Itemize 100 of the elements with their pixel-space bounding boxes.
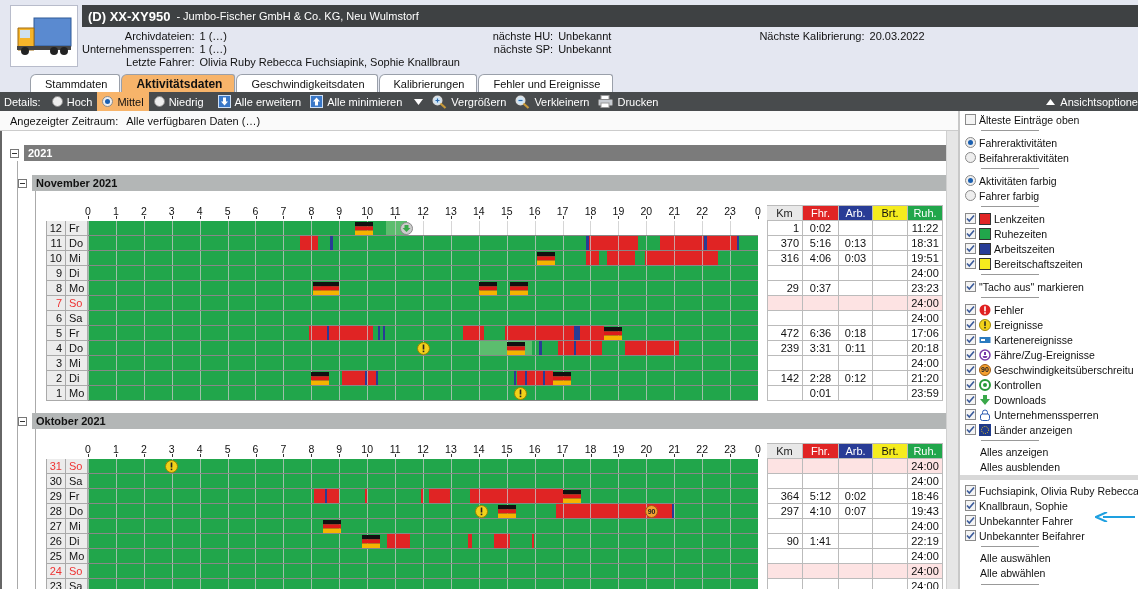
detail-option[interactable]: Hoch	[46, 92, 98, 111]
table-cell: 142	[767, 371, 803, 386]
hour-label: 6	[252, 444, 259, 455]
checkbox[interactable]	[965, 114, 976, 125]
option-link[interactable]: Alles ausblenden	[965, 460, 1138, 475]
info-label: nächste SP:	[492, 43, 554, 56]
day-number: 27	[46, 519, 66, 534]
checkbox[interactable]	[965, 258, 976, 269]
table-cell: 24:00	[908, 474, 943, 489]
info-value: Unbekannt	[558, 43, 613, 56]
weekday-label: Do	[66, 341, 88, 356]
toolbar-button[interactable]: Drucken	[598, 95, 659, 108]
table-cell: 0:02	[839, 489, 873, 504]
day-number: 26	[46, 534, 66, 549]
table-cell	[803, 311, 839, 326]
table-cell: 29	[767, 281, 803, 296]
checkbox[interactable]	[965, 424, 976, 435]
company-name: - Jumbo-Fischer GmbH & Co. KG, Neu Wulmstorf	[176, 10, 419, 22]
hour-label: 13	[445, 206, 457, 217]
toolbar-button[interactable]: Alle minimieren	[310, 95, 403, 108]
checkbox[interactable]	[965, 349, 976, 360]
table-cell: 0:11	[839, 341, 873, 356]
checkbox[interactable]	[965, 530, 976, 541]
month-header[interactable]: Oktober 2021	[32, 413, 946, 429]
hour-label: 9	[336, 444, 343, 455]
checkbox[interactable]	[965, 394, 976, 405]
collapse-icon[interactable]	[18, 178, 27, 188]
day-number: 25	[46, 549, 66, 564]
checkbox[interactable]	[965, 304, 976, 315]
checkbox[interactable]	[965, 379, 976, 390]
weekday-label: Di	[66, 266, 88, 281]
checkbox[interactable]	[965, 485, 976, 496]
checkbox[interactable]	[965, 500, 976, 511]
toolbar-button[interactable]: Alle erweitern	[217, 95, 302, 108]
hour-label: 9	[336, 206, 343, 217]
month-header[interactable]: November 2021	[32, 175, 946, 191]
checkbox[interactable]	[965, 515, 976, 526]
tab[interactable]: Kalibrierungen	[378, 74, 478, 92]
option-link[interactable]: Alle auswählen	[965, 551, 1138, 566]
tab[interactable]: Fehler und Ereignisse	[478, 74, 614, 92]
column-header: Arb.	[839, 205, 873, 221]
checkbox[interactable]	[965, 281, 976, 292]
hour-label: 23	[724, 206, 736, 217]
hour-label: 2	[140, 444, 147, 455]
period-value[interactable]: Alle verfügbaren Daten (…)	[126, 114, 261, 127]
detail-option[interactable]: Niedrig	[148, 92, 209, 111]
toolbar-button[interactable]: Vergrößern	[432, 94, 507, 109]
flag-icon	[509, 282, 528, 295]
table-cell: 0:13	[839, 236, 873, 251]
radio-button[interactable]	[965, 190, 976, 201]
year-header[interactable]: 2021	[24, 145, 946, 161]
table-cell	[803, 266, 839, 281]
checkbox[interactable]	[965, 228, 976, 239]
zoom-in-icon	[432, 94, 448, 109]
weekday-label: So	[66, 296, 88, 311]
checkbox[interactable]	[965, 364, 976, 375]
table-cell	[767, 296, 803, 311]
radio-button[interactable]	[153, 96, 165, 107]
radio-button[interactable]	[965, 137, 976, 148]
radio-button[interactable]	[51, 96, 63, 107]
table-cell	[839, 549, 873, 564]
tab[interactable]: Aktivitätsdaten	[121, 74, 236, 92]
detail-option[interactable]: Mittel	[97, 92, 149, 111]
checkbox[interactable]	[965, 334, 976, 345]
collapse-icon[interactable]	[10, 148, 19, 158]
hour-label: 2	[140, 206, 147, 217]
option-link[interactable]: Alle abwählen	[965, 566, 1138, 581]
flag-icon	[497, 505, 516, 518]
scrollbar[interactable]	[946, 131, 958, 589]
option-label: Arbeitszeiten	[994, 242, 1055, 255]
radio-button[interactable]	[965, 152, 976, 163]
flag-icon	[553, 372, 572, 385]
day-number: 7	[46, 296, 66, 311]
weekday-label: So	[66, 564, 88, 579]
caret-icon[interactable]	[414, 98, 424, 105]
radio-button[interactable]	[965, 175, 976, 186]
table-cell	[839, 474, 873, 489]
hour-label: 21	[668, 206, 681, 217]
checkbox[interactable]	[965, 243, 976, 254]
toolbar-button[interactable]: Verkleinern	[515, 94, 590, 109]
info-label: Nächste Kalibrierung:	[758, 30, 865, 43]
tab[interactable]: Geschwindigkeitsdaten	[236, 74, 378, 92]
weekday-label: Mo	[66, 281, 88, 296]
flag-icon	[604, 327, 623, 340]
checkbox[interactable]	[965, 213, 976, 224]
checkbox[interactable]	[965, 319, 976, 330]
table-cell	[767, 459, 803, 474]
view-options-button[interactable]: Ansichtsoptione	[1046, 95, 1138, 108]
collapse-icon[interactable]	[18, 416, 27, 426]
hour-label: 13	[445, 444, 457, 455]
checkbox[interactable]	[965, 409, 976, 420]
tab[interactable]: Stammdaten	[30, 74, 121, 92]
table-cell	[767, 474, 803, 489]
table-cell: 4:10	[803, 504, 839, 519]
table-cell	[767, 311, 803, 326]
weekday-label: Do	[66, 504, 88, 519]
hour-label: 6	[252, 206, 259, 217]
radio-button[interactable]	[102, 96, 114, 107]
option-link[interactable]: Alles anzeigen	[965, 445, 1138, 460]
table-cell	[803, 459, 839, 474]
